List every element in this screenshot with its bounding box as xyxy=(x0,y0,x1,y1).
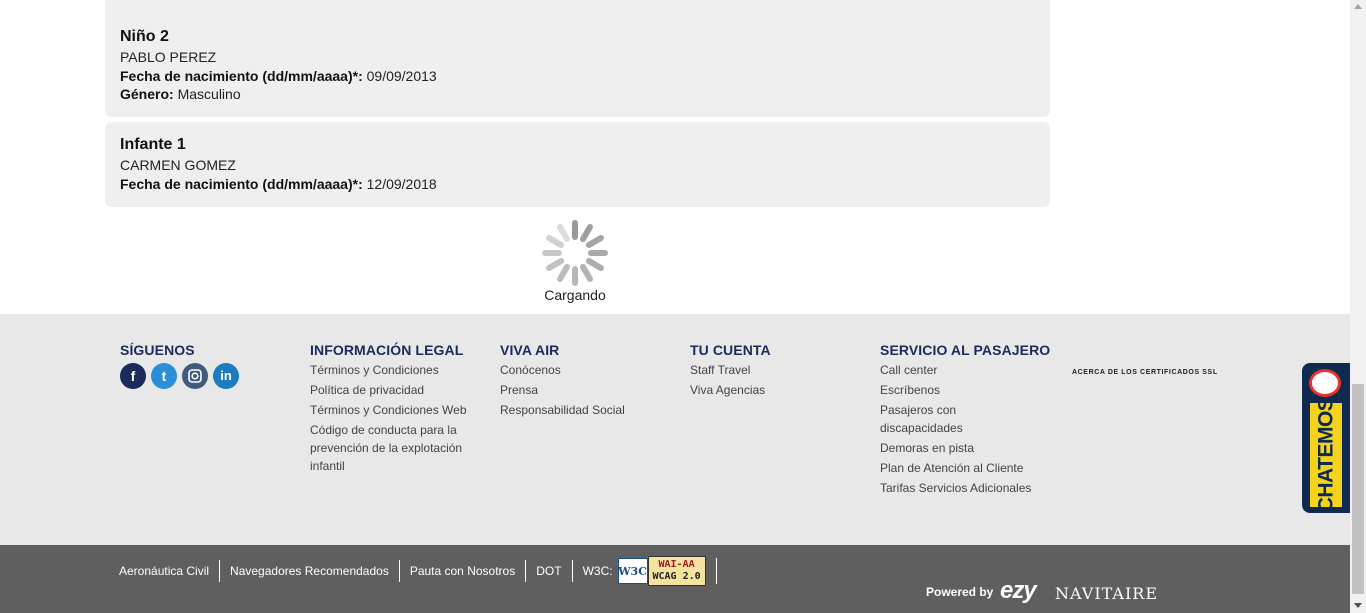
page: Niño 2 PABLO PEREZ Fecha de nacimiento (… xyxy=(0,0,1366,613)
footer-service-column: SERVICIO AL PASAJERO Call center Escríbe… xyxy=(880,342,1055,499)
footer-link-demoras[interactable]: Demoras en pista xyxy=(880,439,1055,457)
chat-bubble-icon xyxy=(1309,369,1341,397)
passenger-card-nino-2: Niño 2 PABLO PEREZ Fecha de nacimiento (… xyxy=(105,14,1050,117)
dob-value: 09/09/2013 xyxy=(366,67,437,84)
gender-value: Masculino xyxy=(177,86,241,102)
navitaire-logo: NAVITAIRE xyxy=(1055,584,1159,603)
footer-link-privacidad[interactable]: Política de privacidad xyxy=(310,381,485,399)
dob-label: Fecha de nacimiento (dd/mm/aaaa)*: xyxy=(120,67,363,84)
spinner-icon xyxy=(542,220,608,286)
passenger-name: PABLO PEREZ xyxy=(120,49,217,65)
passenger-card-infante-1: Infante 1 CARMEN GOMEZ Fecha de nacimien… xyxy=(105,122,1050,207)
chat-label: CHATEMOS xyxy=(1314,397,1338,513)
account-heading: TU CUENTA xyxy=(690,342,771,358)
loading-text: Cargando xyxy=(544,287,606,303)
viva-air-heading: VIVA AIR xyxy=(500,342,560,358)
scroll-down-arrow-icon[interactable] xyxy=(1354,603,1362,608)
bottom-link-navegadores[interactable]: Navegadores Recomendados xyxy=(220,560,400,582)
facebook-icon[interactable]: f xyxy=(120,363,146,389)
wcag-line2: WCAG 2.0 xyxy=(652,571,701,582)
w3c-label: W3C: xyxy=(582,564,613,578)
passenger-type-title: Niño 2 xyxy=(120,28,169,45)
footer-link-responsabilidad[interactable]: Responsabilidad Social xyxy=(500,401,625,419)
footer-social-column: SÍGUENOS f t in xyxy=(120,342,239,391)
bottom-link-dot[interactable]: DOT xyxy=(526,560,573,582)
bottom-links: Aeronáutica Civil Navegadores Recomendad… xyxy=(109,556,717,586)
chat-label-box: CHATEMOS xyxy=(1310,398,1342,512)
footer-link-tarifas[interactable]: Tarifas Servicios Adicionales xyxy=(880,479,1055,497)
vertical-scrollbar[interactable] xyxy=(1350,0,1366,613)
footer-link-terminos-web[interactable]: Términos y Condiciones Web xyxy=(310,401,485,419)
ezy-logo: ezy xyxy=(1000,577,1037,604)
w3c-logo-icon[interactable]: W3C xyxy=(617,558,648,584)
passenger-dob: Fecha de nacimiento (dd/mm/aaaa)*: 12/09… xyxy=(120,175,1035,194)
bottom-bar: Aeronáutica Civil Navegadores Recomendad… xyxy=(0,545,1350,613)
footer-link-conocenos[interactable]: Conócenos xyxy=(500,361,625,379)
footer: SÍGUENOS f t in INFORMACIÓN LEGAL Términ… xyxy=(0,314,1350,545)
passenger-type-title: Infante 1 xyxy=(120,136,186,153)
dob-value: 12/09/2018 xyxy=(366,175,437,192)
footer-link-terminos[interactable]: Términos y Condiciones xyxy=(310,361,485,379)
passenger-name: CARMEN GOMEZ xyxy=(120,157,236,173)
footer-link-call-center[interactable]: Call center xyxy=(880,361,1055,379)
footer-link-plan-atencion[interactable]: Plan de Atención al Cliente xyxy=(880,459,1055,477)
w3c-badges: W3C: W3C WAI-AA WCAG 2.0 xyxy=(573,556,717,586)
instagram-icon[interactable] xyxy=(182,363,208,389)
ssl-certificates-link[interactable]: ACERCA DE LOS CERTIFICADOS SSL xyxy=(1072,369,1218,376)
social-icons: f t in xyxy=(120,363,239,391)
footer-link-discapacidades[interactable]: Pasajeros con discapacidades xyxy=(880,401,980,437)
dob-label: Fecha de nacimiento (dd/mm/aaaa)*: xyxy=(120,175,363,192)
footer-link-prensa[interactable]: Prensa xyxy=(500,381,625,399)
gender-label: Género: xyxy=(120,86,174,102)
scrollbar-thumb[interactable] xyxy=(1352,384,1364,594)
footer-link-viva-agencias[interactable]: Viva Agencias xyxy=(690,381,771,399)
chat-widget[interactable]: CHATEMOS xyxy=(1302,363,1350,513)
social-heading: SÍGUENOS xyxy=(120,342,195,358)
footer-legal-column: INFORMACIÓN LEGAL Términos y Condiciones… xyxy=(310,342,485,477)
wcag-line1: WAI-AA xyxy=(658,559,695,570)
footer-account-column: TU CUENTA Staff Travel Viva Agencias xyxy=(690,342,771,401)
powered-by-text: Powered by xyxy=(926,585,994,599)
footer-viva-air-column: VIVA AIR Conócenos Prensa Responsabilida… xyxy=(500,342,625,421)
linkedin-icon[interactable]: in xyxy=(213,363,239,389)
legal-heading: INFORMACIÓN LEGAL xyxy=(310,342,464,358)
wcag-badge-icon[interactable]: WAI-AA WCAG 2.0 xyxy=(647,556,706,586)
twitter-icon[interactable]: t xyxy=(151,363,177,389)
footer-link-codigo-conducta[interactable]: Código de conducta para la prevención de… xyxy=(310,421,480,475)
passenger-dob: Fecha de nacimiento (dd/mm/aaaa)*: 09/09… xyxy=(120,67,1035,86)
passenger-gender: Género: Masculino xyxy=(120,85,1035,104)
service-heading: SERVICIO AL PASAJERO xyxy=(880,342,1051,358)
bottom-link-pauta[interactable]: Pauta con Nosotros xyxy=(400,560,527,582)
footer-link-staff-travel[interactable]: Staff Travel xyxy=(690,361,771,379)
footer-link-escribenos[interactable]: Escríbenos xyxy=(880,381,1055,399)
scroll-up-arrow-icon[interactable] xyxy=(1354,4,1362,9)
bottom-link-aeronautica[interactable]: Aeronáutica Civil xyxy=(109,560,221,582)
loading-indicator: Cargando xyxy=(540,220,610,303)
